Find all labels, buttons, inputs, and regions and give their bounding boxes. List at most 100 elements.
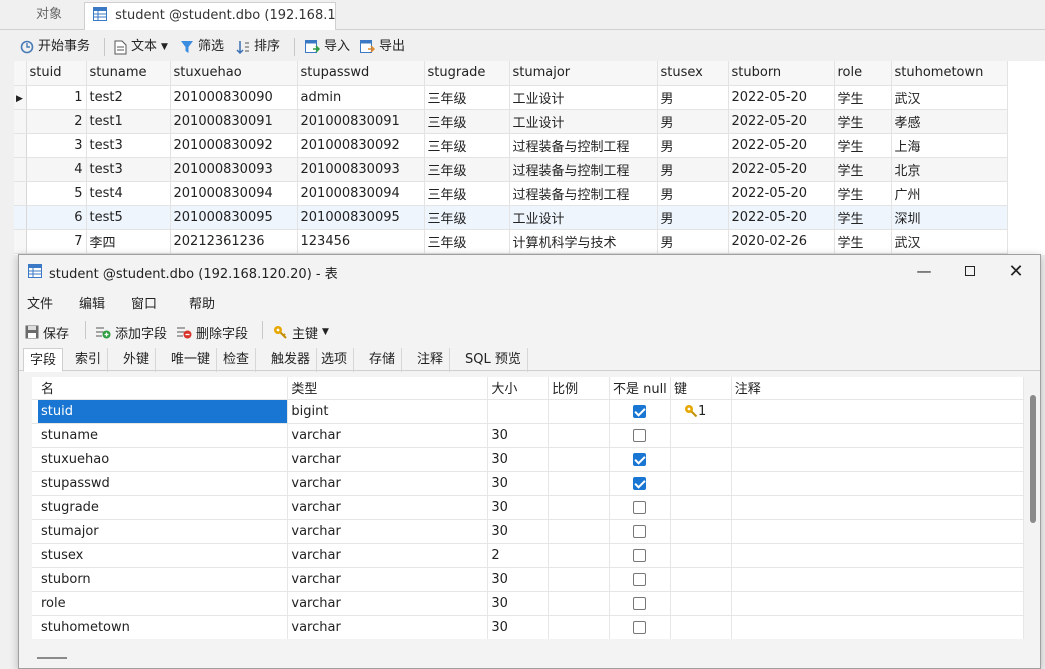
- tab-storage[interactable]: 存储: [363, 348, 403, 372]
- horizontal-scrollbar-thumb[interactable]: [37, 657, 67, 659]
- table-cell[interactable]: 2022-05-20: [728, 181, 835, 206]
- field-name-cell[interactable]: stuborn: [38, 567, 289, 592]
- table-cell[interactable]: 7: [26, 229, 87, 254]
- table-cell[interactable]: 工业设计: [509, 109, 658, 134]
- table-cell[interactable]: 201000830091: [170, 109, 298, 134]
- table-row[interactable]: 2 test1 201000830091 201000830091 三年级 工业设计男 20…: [14, 109, 1008, 134]
- field-scale-cell[interactable]: [548, 447, 610, 472]
- field-key-cell[interactable]: [670, 591, 732, 616]
- field-name-cell[interactable]: stumajor: [38, 519, 289, 544]
- table-cell[interactable]: 上海: [891, 133, 1008, 158]
- field-type-cell[interactable]: varchar: [287, 471, 489, 496]
- table-cell[interactable]: test4: [86, 181, 171, 206]
- table-cell[interactable]: 三年级: [424, 109, 510, 134]
- text-button[interactable]: 文本 ▼: [114, 36, 168, 58]
- field-type-cell[interactable]: varchar: [287, 591, 489, 616]
- menu-help[interactable]: 帮助: [189, 293, 215, 312]
- table-cell[interactable]: 男: [657, 205, 729, 230]
- table-cell[interactable]: test3: [86, 133, 171, 158]
- minimize-button[interactable]: —: [901, 255, 947, 287]
- table-cell[interactable]: 武汉: [891, 229, 1008, 254]
- field-name-cell[interactable]: stupasswd: [38, 471, 289, 496]
- field-scale-cell[interactable]: [548, 615, 610, 639]
- column-header[interactable]: stupasswd: [297, 61, 425, 86]
- column-header[interactable]: stuxuehao: [170, 61, 298, 86]
- table-cell[interactable]: 201000830092: [297, 133, 425, 158]
- field-row[interactable]: stusex varchar 2: [32, 543, 1024, 568]
- table-cell[interactable]: 过程装备与控制工程: [509, 181, 658, 206]
- table-cell[interactable]: 男: [657, 85, 729, 110]
- table-cell[interactable]: test5: [86, 205, 171, 230]
- column-header-comment[interactable]: 注释: [731, 377, 1024, 400]
- field-size-cell[interactable]: [487, 399, 550, 424]
- window-title-bar[interactable]: student @student.dbo (192.168.120.20) - …: [19, 255, 1040, 287]
- field-size-cell[interactable]: 30: [487, 495, 550, 520]
- table-cell[interactable]: 2022-05-20: [728, 205, 835, 230]
- table-row[interactable]: ▶ 1 test2 201000830090 admin 三年级 工业设计男 2022-05-…: [14, 85, 1008, 110]
- field-row[interactable]: ▶stuidbigint 1: [32, 399, 1024, 424]
- scrollbar-thumb[interactable]: [1030, 395, 1036, 523]
- field-row[interactable]: stuname varchar 30: [32, 423, 1024, 448]
- table-cell[interactable]: 三年级: [424, 229, 510, 254]
- tab-sql-preview[interactable]: SQL 预览: [459, 348, 528, 372]
- field-key-cell[interactable]: [670, 543, 732, 568]
- not-null-checkbox[interactable]: [633, 620, 647, 634]
- save-button[interactable]: 保存: [25, 321, 69, 343]
- field-name-cell[interactable]: stuid: [38, 399, 289, 424]
- column-header[interactable]: stuid: [26, 61, 87, 86]
- menu-file[interactable]: 文件: [27, 293, 53, 312]
- field-type-cell[interactable]: varchar: [287, 567, 489, 592]
- field-row[interactable]: stuxuehao varchar 30: [32, 447, 1024, 472]
- column-header[interactable]: stuname: [86, 61, 171, 86]
- field-scale-cell[interactable]: [548, 471, 610, 496]
- tab-indexes[interactable]: 索引: [69, 348, 109, 372]
- tab-unique-keys[interactable]: 唯一键: [165, 348, 218, 372]
- field-size-cell[interactable]: 30: [487, 447, 550, 472]
- table-cell[interactable]: 2022-05-20: [728, 85, 835, 110]
- table-cell[interactable]: 计算机科学与技术: [509, 229, 658, 254]
- field-key-cell[interactable]: [670, 471, 732, 496]
- field-scale-cell[interactable]: [548, 519, 610, 544]
- column-header[interactable]: stusex: [657, 61, 729, 86]
- tab-fields[interactable]: 字段: [23, 348, 64, 372]
- table-cell[interactable]: admin: [297, 85, 425, 110]
- table-cell[interactable]: 广州: [891, 181, 1008, 206]
- table-cell[interactable]: 孝感: [891, 109, 1008, 134]
- table-cell[interactable]: 学生: [834, 181, 892, 206]
- field-size-cell[interactable]: 30: [487, 615, 550, 639]
- field-name-cell[interactable]: role: [38, 591, 289, 616]
- column-header-not-null[interactable]: 不是 null: [609, 377, 671, 400]
- field-scale-cell[interactable]: [548, 543, 610, 568]
- table-cell[interactable]: 北京: [891, 157, 1008, 182]
- not-null-checkbox[interactable]: [633, 452, 647, 466]
- field-type-cell[interactable]: varchar: [287, 543, 489, 568]
- table-cell[interactable]: 201000830092: [170, 133, 298, 158]
- table-cell[interactable]: 工业设计: [509, 85, 658, 110]
- not-null-checkbox[interactable]: [633, 428, 647, 442]
- field-type-cell[interactable]: varchar: [287, 615, 489, 639]
- table-cell[interactable]: 工业设计: [509, 205, 658, 230]
- not-null-checkbox[interactable]: [633, 476, 647, 490]
- field-name-cell[interactable]: stugrade: [38, 495, 289, 520]
- import-button[interactable]: 导入: [305, 36, 350, 58]
- table-cell[interactable]: 2022-05-20: [728, 157, 835, 182]
- table-cell[interactable]: 201000830090: [170, 85, 298, 110]
- field-type-cell[interactable]: varchar: [287, 495, 489, 520]
- field-type-cell[interactable]: bigint: [287, 399, 489, 424]
- table-cell[interactable]: 李四: [86, 229, 171, 254]
- field-key-cell[interactable]: [670, 519, 732, 544]
- field-size-cell[interactable]: 30: [487, 471, 550, 496]
- field-scale-cell[interactable]: [548, 591, 610, 616]
- column-header-name[interactable]: 名: [38, 377, 289, 400]
- table-cell[interactable]: 123456: [297, 229, 425, 254]
- maximize-button[interactable]: [947, 255, 993, 287]
- column-header[interactable]: stuhometown: [891, 61, 1008, 86]
- table-cell[interactable]: 三年级: [424, 133, 510, 158]
- field-size-cell[interactable]: 30: [487, 423, 550, 448]
- table-cell[interactable]: 4: [26, 157, 87, 182]
- table-cell[interactable]: 2: [26, 109, 87, 134]
- not-null-checkbox[interactable]: [633, 524, 647, 538]
- field-row[interactable]: stugrade varchar 30: [32, 495, 1024, 520]
- table-row[interactable]: 3 test3 201000830092 201000830092 三年级 过程装备与控制…: [14, 133, 1008, 158]
- table-cell[interactable]: 学生: [834, 229, 892, 254]
